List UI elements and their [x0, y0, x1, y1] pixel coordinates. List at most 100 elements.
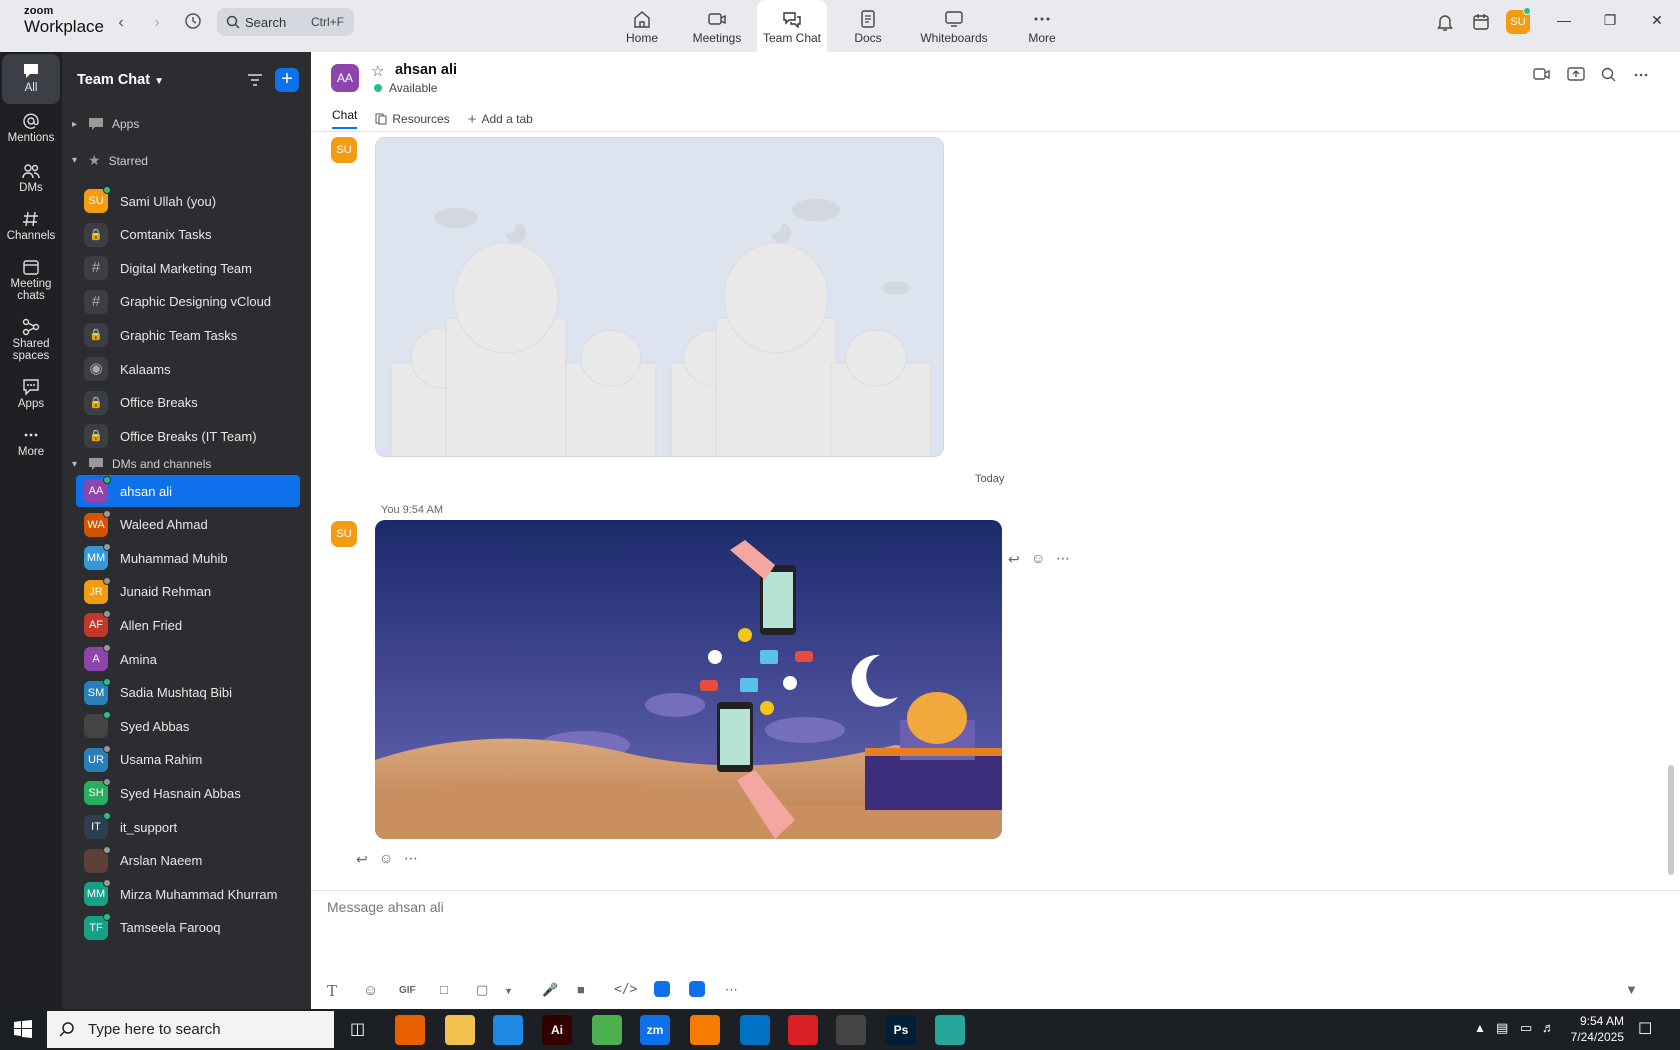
rail-more[interactable]: More [2, 426, 60, 458]
tab-meetings[interactable]: Meetings [689, 0, 745, 52]
chevron-down-icon[interactable]: ▼ [504, 986, 513, 996]
rail-meeting-chats[interactable]: Meeting chats [2, 258, 60, 302]
tab-docs[interactable]: Docs [846, 0, 890, 52]
task-view-icon[interactable]: ◫ [350, 1019, 365, 1039]
rail-all[interactable]: All [2, 54, 60, 104]
tab-team-chat[interactable]: Team Chat [757, 0, 827, 52]
chevron-up-icon[interactable]: ▲ [1474, 1021, 1486, 1035]
calendar-icon[interactable] [1472, 12, 1490, 32]
section-apps[interactable]: ▸ Apps [72, 117, 139, 131]
dm-item[interactable]: Syed Abbas [76, 710, 300, 742]
taskbar-search-input[interactable]: Type here to search [47, 1011, 334, 1048]
ramadan-social-media-image[interactable] [375, 520, 1002, 839]
more-dots-icon[interactable] [1633, 67, 1649, 83]
photoshop-taskbar-icon[interactable]: Ps [886, 1015, 916, 1045]
chat-scrollbar[interactable] [1668, 765, 1674, 875]
message-avatar[interactable]: SU [331, 137, 357, 163]
message-avatar[interactable]: SU [331, 521, 357, 547]
notification-center-icon[interactable]: ☐ [1638, 1019, 1652, 1039]
dm-item[interactable]: WA Waleed Ahmad [76, 509, 300, 541]
whiteboard-share-icon[interactable] [689, 981, 705, 997]
app-gem-taskbar-icon[interactable] [935, 1015, 965, 1045]
screenshot-icon[interactable]: ▢ [476, 982, 488, 998]
sidebar-item[interactable]: ◉ Kalaams [76, 353, 300, 385]
outlook-taskbar-icon[interactable] [740, 1015, 770, 1045]
gif-button[interactable]: GIF [399, 985, 416, 996]
sidebar-item[interactable]: 🔒 Office Breaks (IT Team) [76, 420, 300, 452]
contact-avatar[interactable]: AA [331, 64, 359, 92]
app-shortcut-icon[interactable] [654, 981, 670, 997]
system-clock[interactable]: 9:54 AM 7/24/2025 [1560, 1013, 1624, 1045]
text-format-icon[interactable]: T [327, 982, 337, 1000]
send-options-icon[interactable]: ▼ [1625, 982, 1638, 997]
forward-arrow-icon[interactable]: › [146, 12, 168, 34]
sidebar-item[interactable]: # Digital Marketing Team [76, 252, 300, 284]
windows-start-icon[interactable] [14, 1020, 32, 1038]
more-dots-icon[interactable]: ⋯ [725, 982, 738, 998]
dm-item[interactable]: SM Sadia Mushtaq Bibi [76, 677, 300, 709]
dm-item[interactable]: MM Muhammad Muhib [76, 542, 300, 574]
dm-item[interactable]: TF Tamseela Farooq [76, 912, 300, 944]
star-outline-icon[interactable]: ☆ [371, 62, 384, 80]
file-icon[interactable]: □ [440, 982, 448, 997]
battery-icon[interactable]: ▭ [1520, 1020, 1532, 1036]
dm-item[interactable]: UR Usama Rahim [76, 744, 300, 776]
back-arrow-icon[interactable]: ‹ [110, 12, 132, 34]
contact-name[interactable]: ahsan ali [395, 62, 457, 78]
network-icon[interactable]: ▤ [1496, 1020, 1508, 1036]
tab-whiteboards[interactable]: Whiteboards [914, 0, 994, 52]
minimize-button[interactable]: — [1552, 12, 1576, 32]
filter-icon[interactable] [247, 72, 263, 88]
sidebar-item[interactable]: 🔒 Office Breaks [76, 387, 300, 419]
dm-item[interactable]: AA ahsan ali [76, 475, 300, 507]
message-input[interactable]: Message ahsan ali [327, 899, 444, 915]
sidebar-item[interactable]: # Graphic Designing vCloud [76, 286, 300, 318]
chrome-taskbar-icon[interactable] [592, 1015, 622, 1045]
creative-cloud-taskbar-icon[interactable] [788, 1015, 818, 1045]
video-message-icon[interactable]: ■ [577, 982, 585, 997]
section-starred[interactable]: ▾ ★ Starred [72, 152, 148, 169]
rail-channels[interactable]: Channels [2, 210, 60, 242]
search-icon[interactable] [1601, 67, 1617, 83]
sidebar-item[interactable]: 🔒 Graphic Team Tasks [76, 319, 300, 351]
search-input[interactable]: Search Ctrl+F [217, 8, 354, 36]
dm-item[interactable]: JR Junaid Rehman [76, 576, 300, 608]
dm-item[interactable]: Arslan Naeem [76, 845, 300, 877]
notification-bell-icon[interactable] [1436, 12, 1454, 32]
video-call-icon[interactable] [1533, 67, 1551, 81]
more-dots-icon[interactable]: ⋯ [1056, 550, 1070, 567]
code-snippet-icon[interactable]: </> [614, 982, 637, 997]
sidebar-item[interactable]: SU Sami Ullah (you) [76, 185, 300, 217]
dm-item[interactable]: SH Syed Hasnain Abbas [76, 777, 300, 809]
mosque-illustration-image[interactable] [375, 137, 944, 457]
tab-home[interactable]: Home [617, 0, 667, 52]
maximize-button[interactable]: ❐ [1598, 12, 1622, 32]
rail-dms[interactable]: DMs [2, 162, 60, 194]
dm-item[interactable]: AF Allen Fried [76, 609, 300, 641]
dm-item[interactable]: MM Mirza Muhammad Khurram [76, 878, 300, 910]
reply-thread-icon[interactable]: ↩ [356, 851, 368, 868]
section-dms[interactable]: ▾ DMs and channels [72, 457, 211, 471]
emoji-icon[interactable]: ☺ [363, 982, 378, 999]
new-chat-button[interactable]: + [275, 68, 299, 92]
rail-shared-spaces[interactable]: Shared spaces [2, 318, 60, 362]
history-icon[interactable] [182, 12, 204, 34]
pen-tool-taskbar-icon[interactable] [836, 1015, 866, 1045]
sidebar-title[interactable]: Team Chat ▼ [77, 72, 164, 88]
rail-apps[interactable]: Apps [2, 378, 60, 410]
illustrator-taskbar-icon[interactable]: Ai [542, 1015, 572, 1045]
sidebar-item[interactable]: 🔒 Comtanix Tasks [76, 219, 300, 251]
add-tab-button[interactable]: + Add a tab [468, 107, 533, 131]
add-reaction-icon[interactable]: ☺ [1031, 550, 1045, 566]
vscode-taskbar-icon[interactable] [493, 1015, 523, 1045]
tab-more[interactable]: More [1022, 0, 1062, 52]
reply-thread-icon[interactable]: ↩ [1008, 551, 1020, 568]
dm-item[interactable]: IT it_support [76, 811, 300, 843]
file-explorer-taskbar-icon[interactable] [445, 1015, 475, 1045]
zoom-taskbar-icon[interactable]: zm [640, 1015, 670, 1045]
volume-icon[interactable]: ♬ [1542, 1020, 1555, 1035]
tab-chat[interactable]: Chat [332, 107, 358, 129]
close-button[interactable]: ✕ [1645, 12, 1669, 32]
microphone-icon[interactable]: 🎤 [542, 982, 558, 998]
more-dots-icon[interactable]: ⋯ [404, 850, 418, 867]
